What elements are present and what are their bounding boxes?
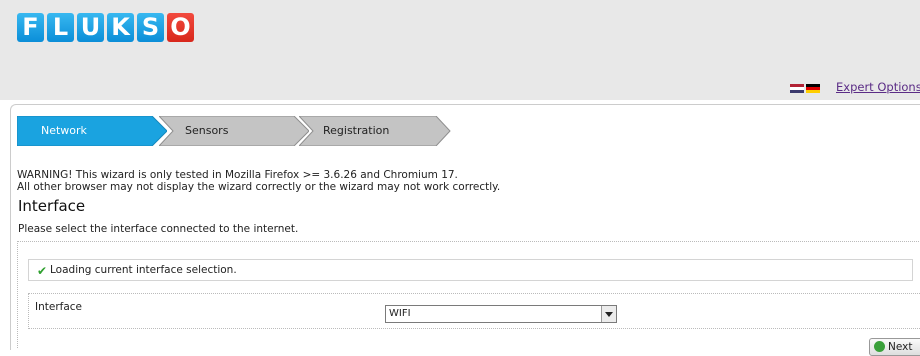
flukso-logo: F L U K S O [17,13,194,42]
german-flag-icon[interactable] [806,84,820,93]
interface-fieldset: ✔ Loading current interface selection. I… [17,241,920,348]
expert-options-link[interactable]: Expert Options [836,80,920,94]
wizard-step-label: Registration [323,124,390,137]
section-description: Please select the interface connected to… [18,223,299,235]
page-title: Interface [18,197,86,215]
step-arrow-shape [159,116,309,146]
status-message: ✔ Loading current interface selection. [28,259,913,281]
status-text: Loading current interface selection. [50,264,237,276]
wizard-step-registration[interactable]: Registration [299,116,459,146]
interface-label: Interface [35,301,83,313]
logo-letter: K [107,13,134,42]
english-flag-icon[interactable] [790,84,804,93]
main-content: Network Sensors Registration WARNING! Th… [10,104,920,356]
interface-form-row: Interface WIFI [28,293,920,329]
checkmark-icon: ✔ [37,264,48,278]
wizard-step-label: Network [41,124,87,137]
logo-letter: S [137,13,164,42]
next-button-label: Next [888,341,913,353]
header-bar: F L U K S O Expert Options [0,0,920,100]
wizard-step-network[interactable]: Network [17,116,177,146]
next-arrow-icon [874,341,885,352]
browser-warning: WARNING! This wizard is only tested in M… [17,169,500,193]
logo-letter: L [47,13,74,42]
warning-line: WARNING! This wizard is only tested in M… [17,169,458,181]
interface-select[interactable]: WIFI [385,305,617,323]
logo-letter: U [77,13,104,42]
next-button[interactable]: Next [869,338,920,356]
language-switcher [790,84,820,93]
step-arrow-shape [17,116,167,146]
interface-select-value: WIFI [389,308,411,319]
wizard-step-sensors[interactable]: Sensors [159,116,319,146]
logo-letter: F [17,13,44,42]
chevron-down-icon[interactable] [601,306,616,322]
wizard-step-label: Sensors [185,124,229,137]
wizard-steps: Network Sensors Registration [17,116,457,146]
warning-line: All other browser may not display the wi… [17,181,501,193]
logo-letter: O [167,13,194,42]
